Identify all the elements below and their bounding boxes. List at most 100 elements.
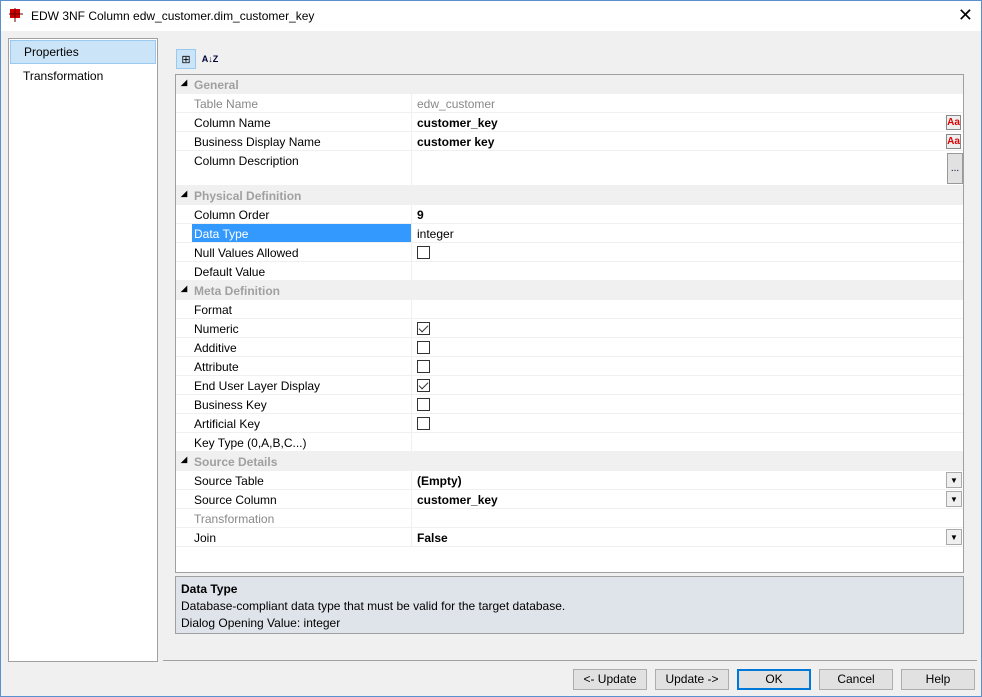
business-display-name-value[interactable]: customer key <box>417 135 494 149</box>
source-table-value[interactable]: (Empty) <box>417 474 462 488</box>
numeric-checkbox[interactable] <box>417 322 430 335</box>
collapse-icon[interactable]: ◢ <box>181 284 187 293</box>
property-value[interactable] <box>413 319 963 337</box>
property-row-data-type[interactable]: Data Type integer <box>176 224 963 243</box>
property-row-attribute[interactable]: Attribute <box>176 357 963 376</box>
property-value[interactable]: integer <box>413 224 963 242</box>
property-row-source-column[interactable]: Source Column customer_key ▼ <box>176 490 963 509</box>
description-title: Data Type <box>181 582 238 596</box>
end-user-layer-display-checkbox[interactable] <box>417 379 430 392</box>
property-row-end-user-layer-display[interactable]: End User Layer Display <box>176 376 963 395</box>
property-value[interactable]: customer key Aa <box>413 132 963 150</box>
property-row-business-display-name[interactable]: Business Display Name customer key Aa <box>176 132 963 151</box>
category-physical-definition[interactable]: ◢ Physical Definition <box>176 186 963 205</box>
ok-button[interactable]: OK <box>737 669 811 690</box>
help-button[interactable]: Help <box>901 669 975 690</box>
property-label[interactable]: Column Name <box>192 113 412 131</box>
nav-item-properties[interactable]: Properties <box>10 40 156 64</box>
property-value[interactable] <box>413 357 963 375</box>
property-row-numeric[interactable]: Numeric <box>176 319 963 338</box>
property-value[interactable]: 9 <box>413 205 963 223</box>
property-label[interactable]: Column Description <box>192 151 412 185</box>
property-label[interactable]: Format <box>192 300 412 318</box>
property-value[interactable] <box>413 243 963 261</box>
property-value[interactable] <box>413 376 963 394</box>
property-value[interactable]: customer_key ▼ <box>413 490 963 508</box>
property-value[interactable]: customer_key Aa <box>413 113 963 131</box>
property-value[interactable]: False ▼ <box>413 528 963 546</box>
property-row-source-table[interactable]: Source Table (Empty) ▼ <box>176 471 963 490</box>
property-label[interactable]: Source Column <box>192 490 412 508</box>
property-row-format[interactable]: Format <box>176 300 963 319</box>
property-label[interactable]: Null Values Allowed <box>192 243 412 261</box>
property-label[interactable]: Attribute <box>192 357 412 375</box>
property-label[interactable]: Transformation <box>192 509 412 527</box>
nav-item-transformation[interactable]: Transformation <box>10 65 156 89</box>
property-label[interactable]: Default Value <box>192 262 412 280</box>
property-label[interactable]: Data Type <box>192 224 412 242</box>
categorized-view-button[interactable]: ⊞ <box>176 49 196 69</box>
collapse-icon[interactable]: ◢ <box>181 455 187 464</box>
table-name-value[interactable]: edw_customer <box>417 97 495 111</box>
collapse-icon[interactable]: ◢ <box>181 78 187 87</box>
property-value[interactable] <box>413 300 963 318</box>
property-label[interactable]: End User Layer Display <box>192 376 412 394</box>
property-label[interactable]: Key Type (0,A,B,C...) <box>192 433 412 451</box>
column-order-value[interactable]: 9 <box>417 208 424 222</box>
property-row-business-key[interactable]: Business Key <box>176 395 963 414</box>
property-row-key-type-0-a-b-c[interactable]: Key Type (0,A,B,C...) <box>176 433 963 452</box>
business-key-checkbox[interactable] <box>417 398 430 411</box>
property-value[interactable] <box>413 433 963 451</box>
update-next-button[interactable]: Update -> <box>655 669 729 690</box>
attribute-checkbox[interactable] <box>417 360 430 373</box>
property-value[interactable] <box>413 509 963 527</box>
property-row-table-name[interactable]: Table Name edw_customer <box>176 94 963 113</box>
property-row-null-values-allowed[interactable]: Null Values Allowed <box>176 243 963 262</box>
update-previous-button[interactable]: <- Update <box>573 669 647 690</box>
property-value[interactable]: ... <box>413 151 963 185</box>
property-label[interactable]: Business Key <box>192 395 412 413</box>
property-label[interactable]: Artificial Key <box>192 414 412 432</box>
join-value[interactable]: False <box>417 531 448 545</box>
property-label[interactable]: Source Table <box>192 471 412 489</box>
property-value[interactable] <box>413 338 963 356</box>
property-row-transformation[interactable]: Transformation <box>176 509 963 528</box>
property-value[interactable] <box>413 395 963 413</box>
category-meta-definition[interactable]: ◢ Meta Definition <box>176 281 963 300</box>
category-source-details[interactable]: ◢ Source Details <box>176 452 963 471</box>
property-label[interactable]: Column Order <box>192 205 412 223</box>
collapse-icon[interactable]: ◢ <box>181 189 187 198</box>
property-row-join[interactable]: Join False ▼ <box>176 528 963 547</box>
property-value[interactable]: (Empty) ▼ <box>413 471 963 489</box>
property-row-column-order[interactable]: Column Order 9 <box>176 205 963 224</box>
close-icon[interactable]: ✕ <box>958 5 973 26</box>
category-general[interactable]: ◢ General <box>176 75 963 94</box>
cancel-button[interactable]: Cancel <box>819 669 893 690</box>
property-value[interactable] <box>413 262 963 280</box>
chevron-down-icon[interactable]: ▼ <box>946 529 962 545</box>
property-label[interactable]: Business Display Name <box>192 132 412 150</box>
property-row-default-value[interactable]: Default Value <box>176 262 963 281</box>
data-type-value[interactable]: integer <box>417 227 454 241</box>
property-label[interactable]: Numeric <box>192 319 412 337</box>
property-row-artificial-key[interactable]: Artificial Key <box>176 414 963 433</box>
property-value[interactable]: edw_customer <box>413 94 963 112</box>
property-label[interactable]: Additive <box>192 338 412 356</box>
property-label[interactable]: Table Name <box>192 94 412 112</box>
property-row-column-description[interactable]: Column Description... <box>176 151 963 186</box>
text-editor-icon[interactable]: Aa <box>946 134 961 149</box>
null-values-allowed-checkbox[interactable] <box>417 246 430 259</box>
alphabetical-sort-button[interactable]: A↓Z <box>200 49 220 69</box>
property-row-column-name[interactable]: Column Name customer_key Aa <box>176 113 963 132</box>
text-editor-icon[interactable]: Aa <box>946 115 961 130</box>
source-column-value[interactable]: customer_key <box>417 493 498 507</box>
property-label[interactable]: Join <box>192 528 412 546</box>
chevron-down-icon[interactable]: ▼ <box>946 491 962 507</box>
property-row-additive[interactable]: Additive <box>176 338 963 357</box>
ellipsis-button[interactable]: ... <box>947 153 963 184</box>
artificial-key-checkbox[interactable] <box>417 417 430 430</box>
column-name-value[interactable]: customer_key <box>417 116 498 130</box>
chevron-down-icon[interactable]: ▼ <box>946 472 962 488</box>
property-value[interactable] <box>413 414 963 432</box>
additive-checkbox[interactable] <box>417 341 430 354</box>
